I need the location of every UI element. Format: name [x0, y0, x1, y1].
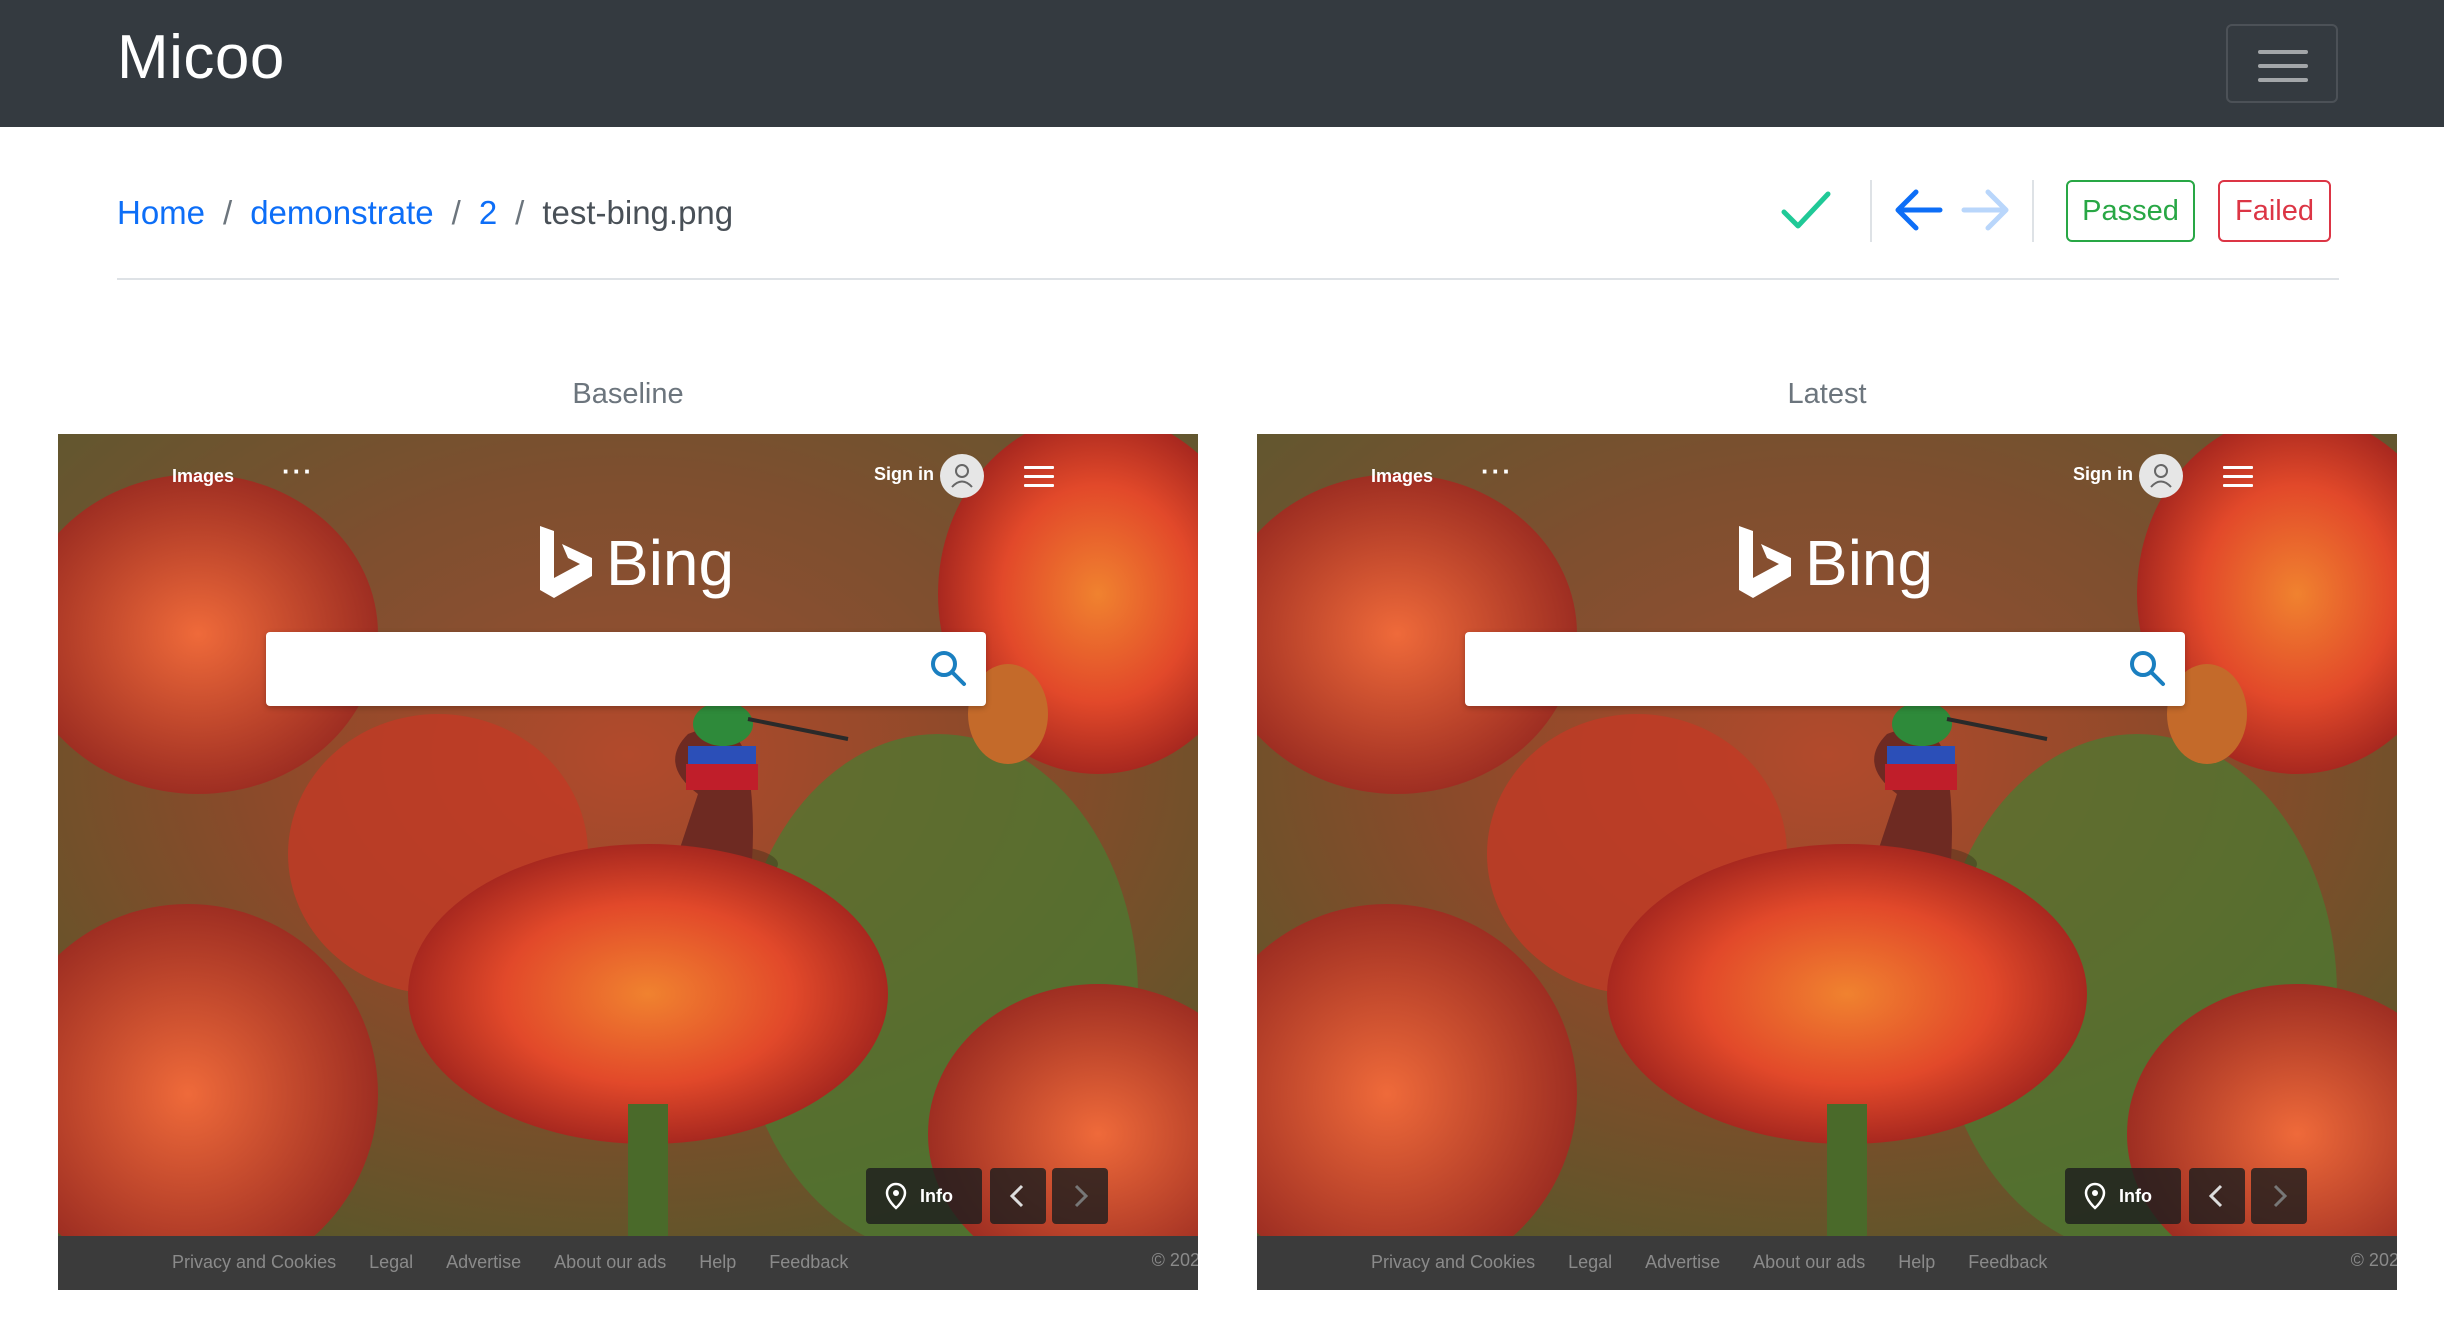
bing-logo: Bing	[1735, 522, 1995, 602]
footer-link: Privacy and Cookies	[172, 1252, 337, 1272]
bing-info-button: Info	[866, 1168, 982, 1224]
bing-images-link: Images	[1371, 466, 1434, 486]
search-icon	[931, 651, 966, 686]
bing-header: Images ··· Sign in	[58, 452, 1198, 502]
breadcrumb-build-link[interactable]: 2	[479, 194, 497, 232]
chevron-right-icon	[1052, 1168, 1108, 1224]
bing-info-label: Info	[2119, 1186, 2152, 1206]
bing-info-label: Info	[920, 1186, 953, 1206]
footer-link: Help	[699, 1252, 737, 1272]
breadcrumb-home-link[interactable]: Home	[117, 194, 205, 232]
hamburger-icon	[2258, 50, 2308, 54]
footer-copyright: © 2020 Microsoft	[1151, 1250, 1198, 1270]
toolbar-divider	[2032, 180, 2034, 242]
brand-logo[interactable]: Micoo	[117, 18, 285, 98]
bing-signin-link: Sign in	[2073, 464, 2133, 484]
divider	[117, 278, 2339, 280]
bing-images-link: Images	[172, 466, 235, 486]
more-icon: ···	[282, 456, 314, 486]
footer-link: Feedback	[769, 1252, 849, 1272]
bing-signin-link: Sign in	[874, 464, 934, 484]
footer-link: About our ads	[1753, 1252, 1866, 1272]
avatar-icon	[2139, 454, 2183, 498]
passed-button[interactable]: Passed	[2066, 180, 2195, 242]
footer-copyright: © 2020 Microsoft	[2350, 1250, 2397, 1270]
search-icon	[2130, 651, 2165, 686]
hamburger-icon	[1024, 466, 1054, 488]
check-icon	[1774, 178, 1838, 242]
bing-wordmark: Bing	[1805, 527, 1934, 599]
bing-header: Images ··· Sign in	[1257, 452, 2397, 502]
bing-wordmark: Bing	[606, 527, 735, 599]
bing-b-icon	[1739, 526, 1791, 598]
breadcrumb-separator: /	[223, 194, 233, 231]
bing-logo: Bing	[536, 522, 796, 602]
navbar: Micoo	[0, 0, 2444, 127]
arrow-left-icon[interactable]	[1888, 178, 1952, 242]
footer-link: Advertise	[1645, 1252, 1721, 1272]
bing-search-box	[1465, 632, 2185, 706]
avatar-icon	[940, 454, 984, 498]
breadcrumb-project-link[interactable]: demonstrate	[250, 194, 433, 232]
footer-link: Feedback	[1968, 1252, 2048, 1272]
breadcrumb: Home / demonstrate / 2 / test-bing.png	[117, 186, 733, 240]
footer-link: Legal	[369, 1252, 414, 1272]
breadcrumb-current: test-bing.png	[542, 194, 734, 231]
bing-search-box	[266, 632, 986, 706]
footer-link: Legal	[1568, 1252, 1613, 1272]
bing-footer: Privacy and Cookies Legal Advertise Abou…	[1257, 1236, 2397, 1290]
latest-image[interactable]: Images ··· Sign in Bing Info Privacy and…	[1257, 434, 2397, 1290]
arrow-right-icon[interactable]	[1952, 178, 2016, 242]
location-pin-icon	[2084, 1182, 2106, 1210]
bing-b-icon	[540, 526, 592, 598]
footer-link: About our ads	[554, 1252, 667, 1272]
baseline-image[interactable]: Images ··· Sign in Bing Info Privacy and…	[58, 434, 1198, 1290]
bing-footer: Privacy and Cookies Legal Advertise Abou…	[58, 1236, 1198, 1290]
navbar-toggle-button[interactable]	[2226, 24, 2338, 103]
baseline-label: Baseline	[572, 378, 684, 410]
location-pin-icon	[885, 1182, 907, 1210]
hamburger-icon	[2223, 466, 2253, 488]
toolbar-divider	[1870, 180, 1872, 242]
footer-link: Advertise	[446, 1252, 522, 1272]
failed-button[interactable]: Failed	[2218, 180, 2331, 242]
chevron-left-icon	[2189, 1168, 2245, 1224]
breadcrumb-separator: /	[451, 194, 461, 231]
breadcrumb-separator: /	[515, 194, 525, 231]
footer-link: Privacy and Cookies	[1371, 1252, 1536, 1272]
bing-info-button: Info	[2065, 1168, 2181, 1224]
chevron-left-icon	[990, 1168, 1046, 1224]
footer-link: Help	[1898, 1252, 1936, 1272]
more-icon: ···	[1481, 456, 1513, 486]
latest-label: Latest	[1787, 378, 1867, 410]
chevron-right-icon	[2251, 1168, 2307, 1224]
